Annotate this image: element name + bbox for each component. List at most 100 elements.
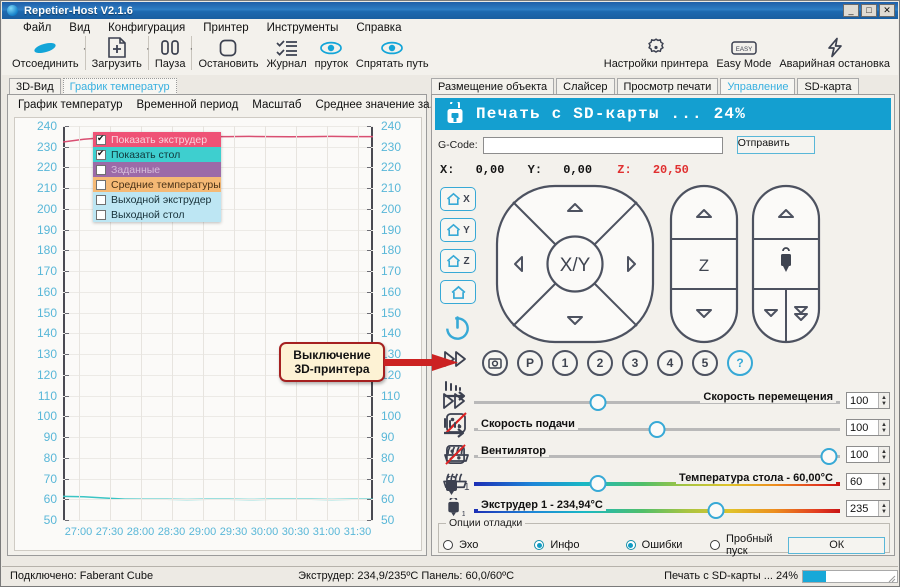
slider-track-2[interactable]: Вентилятор [474, 444, 840, 466]
preset-button-5[interactable]: 5 [692, 350, 718, 376]
close-button[interactable]: ✕ [879, 4, 895, 17]
send-button[interactable]: Отправить [737, 136, 815, 154]
menu-item-view[interactable]: Вид [60, 21, 99, 35]
slider-knob-4[interactable] [707, 502, 724, 519]
slider-spinner-2[interactable]: 100▲▼ [846, 446, 890, 463]
minimize-button[interactable]: _ [843, 4, 859, 17]
camera-icon-button[interactable] [482, 350, 508, 376]
spinner-down-icon[interactable]: ▼ [881, 455, 887, 461]
slider-track-3[interactable]: Температура стола - 60,00°C [474, 471, 840, 493]
spinner-down-icon[interactable]: ▼ [881, 428, 887, 434]
preset-button-4[interactable]: 4 [657, 350, 683, 376]
menu-item-tools[interactable]: Инструменты [258, 21, 348, 35]
radio-echo[interactable] [443, 540, 453, 550]
legend-checkbox-1[interactable] [96, 150, 106, 160]
preset-button-?[interactable]: ? [727, 350, 753, 376]
slider-value-3: 60 [847, 476, 878, 488]
radio-info[interactable] [534, 540, 544, 550]
slider-knob-0[interactable] [590, 394, 607, 411]
spinner-arrows-3[interactable]: ▲▼ [878, 474, 889, 489]
toolbar-filament-button[interactable]: пруток [311, 36, 352, 71]
tab-print-preview[interactable]: Просмотр печати [617, 78, 719, 95]
radio-errors[interactable] [626, 540, 636, 550]
toolbar-pause-button[interactable]: Пауза [151, 36, 190, 71]
toolbar-hidepath-button[interactable]: Спрятать путь [352, 36, 433, 71]
xy-jog-pad[interactable]: X/Y [494, 183, 656, 345]
maximize-button[interactable]: □ [861, 4, 877, 17]
preset-button-2[interactable]: 2 [587, 350, 613, 376]
legend-checkbox-0[interactable] [96, 135, 106, 145]
toolbar-disconnect-button[interactable]: Отсоединить [8, 36, 83, 71]
tab-3d-view[interactable]: 3D-Вид [9, 78, 61, 95]
toolbar-printer-settings-button[interactable]: Настройки принтера [600, 36, 713, 71]
legend-checkbox-3[interactable] [96, 180, 106, 190]
spinner-arrows-0[interactable]: ▲▼ [878, 393, 889, 408]
slider-track-0[interactable]: Скорость перемещения [474, 390, 840, 412]
toolbar-load-button[interactable]: Загрузить [88, 36, 146, 71]
menu-item-printer[interactable]: Принтер [194, 21, 257, 35]
slider-knob-1[interactable] [649, 421, 666, 438]
extruder-jog-pad[interactable] [750, 183, 822, 345]
window-resize-grip[interactable] [886, 573, 896, 583]
y-axis-label-right: 150 [381, 306, 417, 320]
z-jog-pad[interactable]: Z [668, 183, 740, 345]
home-x-button[interactable]: X [440, 187, 476, 211]
tab-control[interactable]: Управление [720, 78, 795, 95]
power-button[interactable] [441, 311, 473, 343]
home-all-button[interactable] [440, 280, 476, 304]
radio-dry-run[interactable] [710, 540, 720, 550]
ok-button[interactable]: ОК [788, 537, 885, 554]
slider-knob-2[interactable] [821, 448, 838, 465]
chart-menu-temperature-graph[interactable]: График температур [18, 99, 123, 111]
y-axis-label: 200 [21, 202, 57, 216]
slider-spinner-4[interactable]: 235▲▼ [846, 500, 890, 517]
spinner-down-icon[interactable]: ▼ [881, 482, 887, 488]
preset-button-1[interactable]: 1 [552, 350, 578, 376]
slider-knob-3[interactable] [590, 475, 607, 492]
gcode-input[interactable] [483, 137, 723, 154]
menu-item-config[interactable]: Конфигурация [99, 21, 194, 35]
preset-button-P[interactable]: P [517, 350, 543, 376]
toolbar-log-button[interactable]: Журнал [262, 36, 310, 71]
chart-menu-average[interactable]: Среднее значение за... [315, 99, 439, 111]
menu-item-help[interactable]: Справка [347, 21, 410, 35]
spinner-arrows-4[interactable]: ▲▼ [878, 501, 889, 516]
legend-item-0[interactable]: Показать экструдер [93, 132, 221, 147]
legend-checkbox-5[interactable] [96, 210, 106, 220]
y-tick [367, 292, 371, 293]
legend-item-4[interactable]: Выходной экструдер [93, 192, 221, 207]
tab-object-placement[interactable]: Размещение объекта [431, 78, 554, 95]
y-tick [65, 250, 69, 251]
toolbar-emergency-stop-button[interactable]: Аварийная остановка [775, 36, 894, 71]
home-icon [446, 192, 461, 206]
chart-legend-popup[interactable]: Показать экструдерПоказать столЗаданныеС… [93, 132, 221, 222]
spinner-down-icon[interactable]: ▼ [881, 509, 887, 515]
slider-track-4[interactable]: Экструдер 1 - 234,94°C [474, 498, 840, 520]
toolbar-easy-mode-button[interactable]: EASY Easy Mode [712, 36, 775, 71]
spinner-arrows-1[interactable]: ▲▼ [878, 420, 889, 435]
home-z-button[interactable]: Z [440, 249, 476, 273]
tab-temperature-graph[interactable]: График температур [63, 78, 177, 95]
spinner-arrows-2[interactable]: ▲▼ [878, 447, 889, 462]
spinner-down-icon[interactable]: ▼ [881, 401, 887, 407]
toolbar-stop-button[interactable]: Остановить [194, 36, 262, 71]
chart-menu-time-period[interactable]: Временной период [137, 99, 239, 111]
tab-slicer[interactable]: Слайсер [556, 78, 614, 95]
y-tick [65, 230, 69, 231]
chart-menu-scale[interactable]: Масштаб [252, 99, 301, 111]
menu-item-file[interactable]: Файл [14, 21, 60, 35]
legend-item-2[interactable]: Заданные [93, 162, 221, 177]
y-tick [65, 313, 69, 314]
legend-checkbox-2[interactable] [96, 165, 106, 175]
legend-item-1[interactable]: Показать стол [93, 147, 221, 162]
legend-item-5[interactable]: Выходной стол [93, 207, 221, 222]
legend-item-3[interactable]: Средние температуры [93, 177, 221, 192]
slider-spinner-3[interactable]: 60▲▼ [846, 473, 890, 490]
slider-spinner-0[interactable]: 100▲▼ [846, 392, 890, 409]
slider-track-1[interactable]: Скорость подачи [474, 417, 840, 439]
slider-spinner-1[interactable]: 100▲▼ [846, 419, 890, 436]
preset-button-3[interactable]: 3 [622, 350, 648, 376]
legend-checkbox-4[interactable] [96, 195, 106, 205]
home-y-button[interactable]: Y [440, 218, 476, 242]
tab-sd-card[interactable]: SD-карта [797, 78, 858, 95]
